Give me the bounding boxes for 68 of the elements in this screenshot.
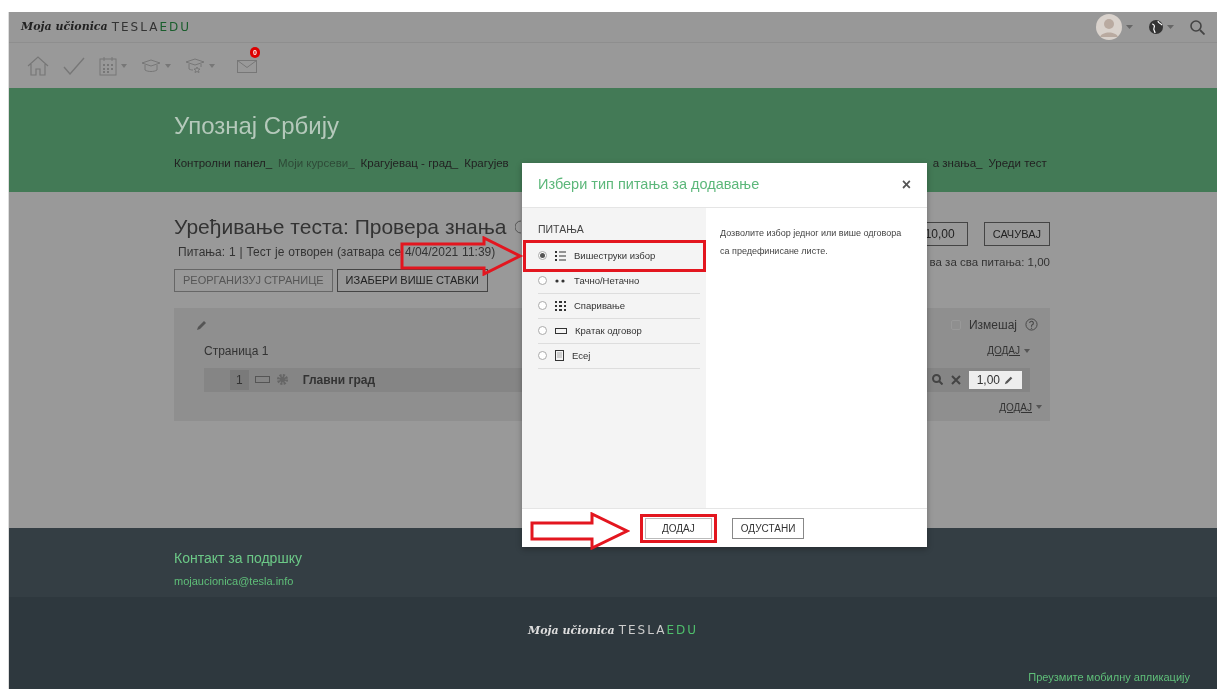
breadcrumb-link[interactable]: а знања_ — [932, 154, 983, 173]
globe-icon[interactable] — [1149, 20, 1163, 34]
action-button[interactable]: ИЗАБЕРИ ВИШЕ СТАВКИ — [336, 269, 488, 292]
logo-text: EDU — [159, 19, 191, 36]
add-menu-link[interactable]: ДОДАЈ — [987, 343, 1020, 359]
close-button[interactable]: × — [901, 173, 911, 197]
breadcrumb-link[interactable]: Крагујев — [464, 154, 509, 173]
list-icon — [555, 250, 566, 261]
radio-button[interactable] — [538, 351, 547, 361]
total-marks: ва за сва питања: 1,00 — [929, 255, 1050, 270]
question-name[interactable]: Главни град — [302, 370, 376, 389]
caret-icon[interactable] — [165, 63, 171, 68]
section-heading: ПИТАЊА — [538, 222, 585, 237]
page-title: Уређивање теста: Провера знања — [174, 214, 507, 240]
page-label: Страница 1 — [204, 342, 269, 360]
logo-script: Moja učionica — [528, 624, 615, 637]
breadcrumb-link[interactable]: Контролни панел_ — [174, 154, 273, 173]
radio-button[interactable] — [538, 251, 547, 261]
mark-field[interactable]: 1,00 — [968, 370, 1022, 389]
type-description: Дозволите избор једног или више одговора са предефинисане листе. — [719, 227, 903, 258]
dot-grid-icon — [555, 300, 566, 311]
contact-title: Контакт за подршку — [174, 549, 303, 568]
caret-icon[interactable] — [1167, 25, 1174, 29]
short-answer-icon — [254, 376, 270, 384]
question-type-option[interactable]: Спаривање — [538, 293, 700, 319]
calendar-icon[interactable] — [99, 55, 117, 76]
radio-button[interactable] — [538, 276, 547, 286]
envelope-icon[interactable] — [237, 59, 257, 73]
home-icon[interactable] — [27, 55, 49, 76]
document-icon — [555, 350, 564, 362]
radio-button[interactable] — [538, 301, 547, 311]
email-link[interactable]: mojaucionica@tesla.info — [174, 573, 294, 590]
breadcrumb-link[interactable]: Уреди тест — [988, 154, 1047, 173]
question-type-option[interactable]: Кратак одговор — [538, 318, 700, 344]
caret-icon[interactable] — [1024, 348, 1030, 353]
caret-icon[interactable] — [1126, 25, 1133, 29]
radio-button[interactable] — [538, 326, 547, 336]
help-icon[interactable] — [1025, 318, 1038, 332]
checkmark-icon[interactable] — [63, 56, 85, 75]
close-icon[interactable] — [950, 374, 961, 385]
logo-text: TESLA — [111, 19, 160, 36]
question-type-option[interactable]: Тачно/Нетачно — [538, 268, 700, 294]
caret-icon[interactable] — [1036, 405, 1042, 410]
add-menu-link[interactable]: ДОДАЈ — [999, 399, 1032, 415]
logo-text: EDU — [666, 623, 698, 637]
search-icon[interactable] — [931, 374, 943, 386]
question-type-option[interactable]: Вишеструки избор — [538, 243, 700, 269]
dialog-title: Избери тип питања за додавање — [538, 175, 760, 195]
question-number: 1 — [230, 369, 249, 390]
pencil-icon[interactable] — [1004, 374, 1014, 385]
graduation-cap-icon[interactable] — [141, 58, 161, 73]
shuffle-label: Измешај — [968, 316, 1017, 334]
save-button[interactable]: САЧУВАЈ — [983, 222, 1050, 246]
help-icon[interactable] — [514, 219, 521, 234]
avatar-icon[interactable] — [1096, 14, 1122, 40]
short-answer-icon — [555, 327, 567, 334]
question-type-option[interactable]: Есеј — [538, 343, 700, 369]
breadcrumb-link[interactable]: Крагујевац - град_ — [360, 154, 459, 173]
logo-script: Moja učionica — [21, 18, 108, 35]
cancel-button[interactable]: ОДУСТАНИ — [731, 517, 805, 539]
logo-text: TESLA — [618, 623, 667, 637]
caret-icon[interactable] — [121, 63, 127, 68]
course-title: Упознај Србију — [174, 112, 340, 141]
app-download-link[interactable]: Преузмите мобилну апликацију — [1028, 668, 1190, 685]
graduation-cap-star-icon[interactable] — [185, 57, 205, 74]
caret-icon[interactable] — [209, 63, 215, 68]
add-button[interactable]: ДОДАЈ — [645, 517, 712, 539]
search-icon[interactable] — [1190, 19, 1205, 35]
